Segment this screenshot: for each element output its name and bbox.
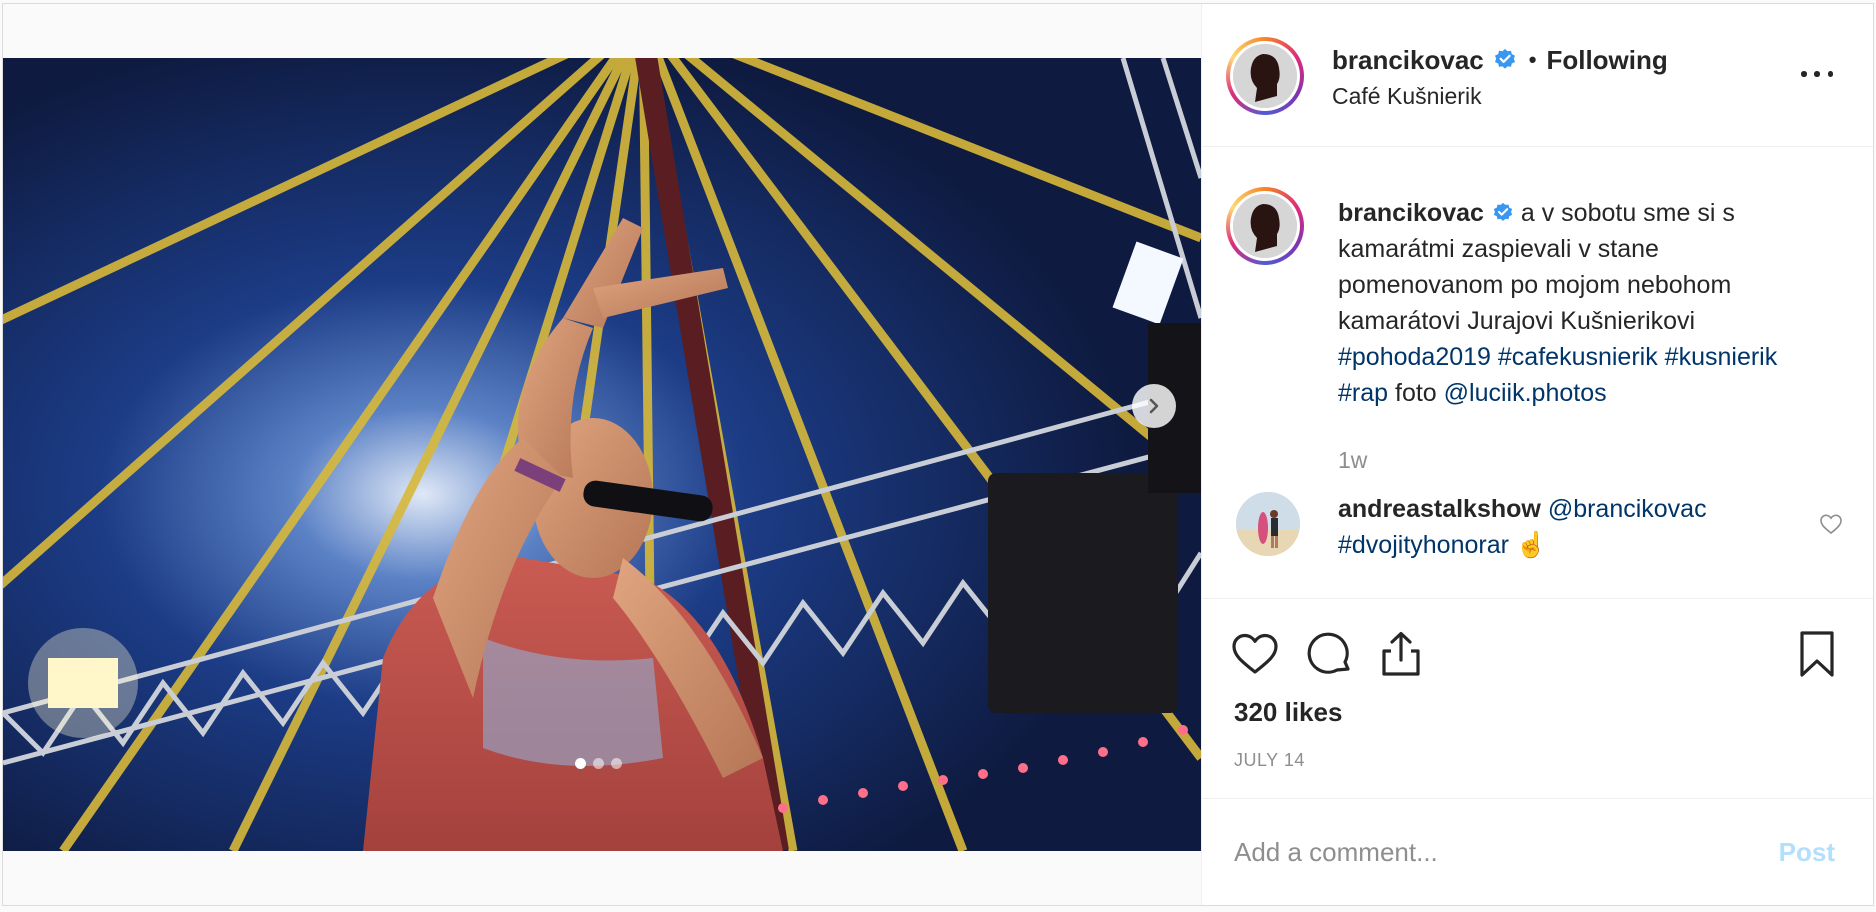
following-button[interactable]: Following [1546, 44, 1667, 76]
post-photo[interactable] [3, 58, 1201, 851]
photo-credit-label: foto [1395, 379, 1437, 407]
instagram-post: brancikovac • Following Café Kušnierik b… [2, 3, 1874, 906]
post-date[interactable]: JULY 14 [1234, 750, 1305, 771]
comment-like-heart-icon[interactable] [1819, 512, 1843, 536]
verified-badge-icon [1493, 202, 1513, 221]
carousel-dot-1 [575, 758, 586, 769]
comment-text: andreastalkshow @brancikovac #dvojityhon… [1338, 491, 1778, 563]
post-actions: 320 likes JULY 14 [1202, 599, 1873, 799]
more-dot-icon [1814, 71, 1820, 77]
like-heart-icon[interactable] [1230, 629, 1280, 679]
verified-badge-icon [1494, 49, 1515, 69]
separator-dot: • [1528, 47, 1537, 72]
hashtag-link[interactable]: #cafekusnierik [1498, 343, 1658, 371]
author-info: brancikovac • Following Café Kušnierik [1332, 44, 1668, 110]
comment-input[interactable] [1232, 827, 1736, 877]
chevron-right-icon [1149, 398, 1159, 414]
comment-bubble-icon[interactable] [1304, 629, 1354, 679]
comments-section: brancikovac a v sobotu sme si s kamarátm… [1202, 147, 1873, 599]
caption-timestamp[interactable]: 1w [1338, 447, 1367, 474]
caption-avatar[interactable] [1226, 187, 1304, 265]
save-bookmark-icon[interactable] [1792, 629, 1842, 679]
add-comment-form: Post [1202, 799, 1873, 905]
beach-profile-icon [1236, 492, 1300, 556]
carousel-dot-2 [593, 758, 604, 769]
post-comment-button[interactable]: Post [1779, 837, 1835, 868]
commenter-avatar[interactable] [1236, 492, 1300, 556]
caption-text: brancikovac a v sobotu sme si s kamarátm… [1338, 195, 1828, 411]
post-media [3, 4, 1201, 905]
author-avatar[interactable] [1226, 37, 1304, 115]
emoji: ☝️ [1515, 531, 1548, 559]
share-icon[interactable] [1376, 629, 1426, 679]
author-username[interactable]: brancikovac [1332, 44, 1484, 76]
carousel-next-button[interactable] [1132, 384, 1176, 428]
hashtag-link[interactable]: #rap [1338, 379, 1388, 407]
commenter-username[interactable]: andreastalkshow [1338, 495, 1541, 523]
post-side-panel: brancikovac • Following Café Kušnierik b… [1201, 4, 1873, 905]
more-dot-icon [1801, 71, 1807, 77]
mention-link[interactable]: @brancikovac [1548, 495, 1707, 523]
hashtag-link[interactable]: #pohoda2019 [1338, 343, 1491, 371]
mention-link[interactable]: @luciik.photos [1444, 379, 1607, 407]
carousel-indicator [575, 758, 622, 769]
post-header: brancikovac • Following Café Kušnierik [1202, 4, 1873, 147]
location-link[interactable]: Café Kušnierik [1332, 82, 1668, 110]
profile-silhouette-icon [1233, 44, 1297, 108]
likes-count[interactable]: 320 likes [1234, 697, 1342, 728]
caption-username[interactable]: brancikovac [1338, 199, 1484, 227]
more-options-button[interactable] [1801, 66, 1833, 82]
more-dot-icon [1827, 71, 1833, 77]
hashtag-link[interactable]: #dvojityhonorar [1338, 531, 1509, 559]
carousel-dot-3 [611, 758, 622, 769]
hashtag-link[interactable]: #kusnierik [1665, 343, 1778, 371]
profile-silhouette-icon [1233, 194, 1297, 258]
